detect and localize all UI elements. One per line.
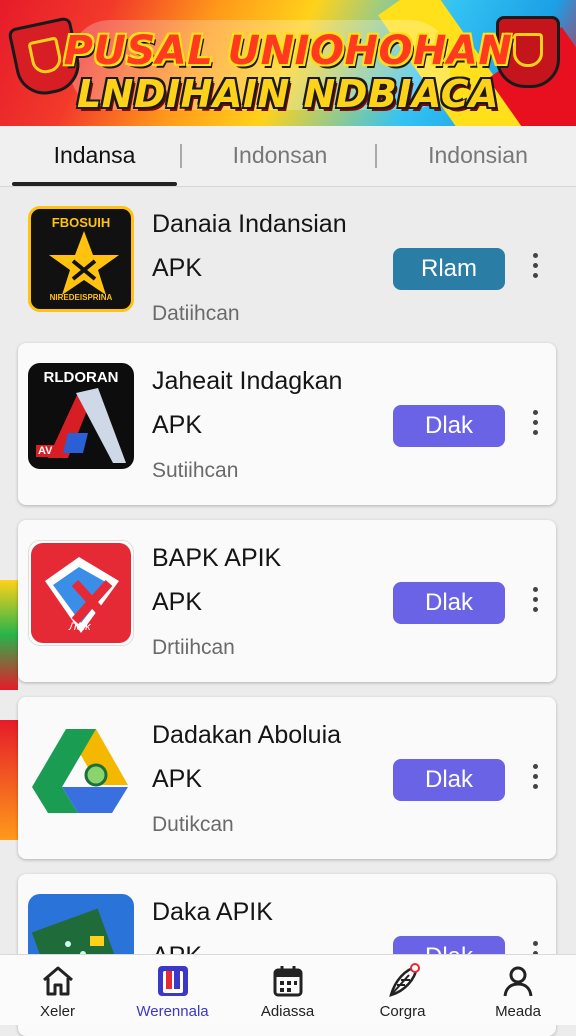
app-name: Dadakan Aboluia (152, 721, 342, 749)
nav-label: Adiassa (260, 1003, 315, 1020)
app-action-button[interactable]: Dlak (393, 582, 505, 624)
nav-label: Meada (495, 1003, 541, 1020)
app-window-icon (157, 966, 188, 996)
app-type: APK (152, 411, 203, 439)
app-action-button[interactable]: Dlak (393, 405, 505, 447)
nav-item-meada[interactable]: Meada (460, 955, 576, 1025)
nav-label: Xeler (39, 1003, 76, 1020)
banner-title-line1: PUSAL UNIOHOHAN (63, 28, 513, 74)
more-options-icon[interactable] (526, 248, 544, 290)
app-name: BAPK APIK (152, 544, 282, 572)
more-options-icon[interactable] (526, 582, 544, 624)
nav-item-corgra[interactable]: Corgra (345, 955, 460, 1025)
icon-caption: AV (36, 445, 55, 457)
person-icon (503, 966, 533, 997)
app-subtitle: Drtiihcan (152, 636, 235, 659)
app-list-item[interactable]: RLDORAN AV Jaheait Indagkan APK Sutiihca… (18, 343, 556, 505)
bottom-navigation: Xeler Werennala Adiassa Corgra Meada (0, 954, 576, 1025)
app-name: Danaia Indansian (152, 210, 347, 238)
app-list-item[interactable]: Dadakan Aboluia APK Dutikcan Dlak (18, 697, 556, 859)
app-list-item[interactable]: Лolk BAPK APIK APK Drtiihcan Dlak (18, 520, 556, 682)
icon-caption: FBOSUIH (51, 215, 111, 230)
edge-decoration (0, 720, 18, 840)
calendar-icon (273, 966, 302, 997)
app-type: APK (152, 765, 203, 793)
feather-icon (388, 963, 420, 997)
app-type: APK (152, 254, 203, 282)
nav-item-adiassa[interactable]: Adiassa (230, 955, 345, 1025)
icon-caption: RLDORAN (43, 369, 119, 386)
tab-bar: Indansa Indonsan Indonsian (0, 126, 576, 187)
app-action-button[interactable]: Dlak (393, 759, 505, 801)
banner-title-line2: LNDIHAIN NDBIACA (76, 72, 500, 116)
header-banner: PUSAL UNIOHOHAN LNDIHAIN NDBIACA (0, 0, 576, 126)
nav-label: Corgra (379, 1003, 426, 1020)
tab-indansa[interactable]: Indansa (12, 126, 177, 184)
app-subtitle: Datiihcan (152, 302, 240, 325)
drive-triangle-icon (28, 717, 134, 823)
tab-divider (180, 144, 182, 168)
more-options-icon[interactable] (526, 405, 544, 447)
icon-caption: NIREDEISPRINA (49, 293, 113, 302)
app-type: APK (152, 588, 203, 616)
edge-decoration (0, 580, 18, 690)
red-blue-cube-icon: Лolk (28, 540, 134, 646)
tab-indonsan[interactable]: Indonsan (195, 126, 365, 184)
home-icon (42, 966, 73, 996)
blade-emblem-icon: RLDORAN AV (28, 363, 134, 469)
app-name: Daka APIK (152, 898, 273, 926)
app-action-button[interactable]: Rlam (393, 248, 505, 290)
app-subtitle: Sutiihcan (152, 459, 239, 482)
icon-caption: Лolk (69, 621, 91, 633)
nav-item-werennala[interactable]: Werennala (115, 955, 230, 1025)
nav-item-xeler[interactable]: Xeler (0, 955, 115, 1025)
tab-indonsian[interactable]: Indonsian (392, 126, 564, 184)
app-subtitle: Dutikcan (152, 813, 234, 836)
nav-label: Werennala (136, 1003, 209, 1020)
app-list-item[interactable]: FBOSUIH NIREDEISPRINA Danaia Indansian A… (18, 186, 556, 348)
more-options-icon[interactable] (526, 759, 544, 801)
tab-divider (375, 144, 377, 168)
gold-star-emblem-icon: FBOSUIH NIREDEISPRINA (28, 206, 134, 312)
app-name: Jaheait Indagkan (152, 367, 343, 395)
